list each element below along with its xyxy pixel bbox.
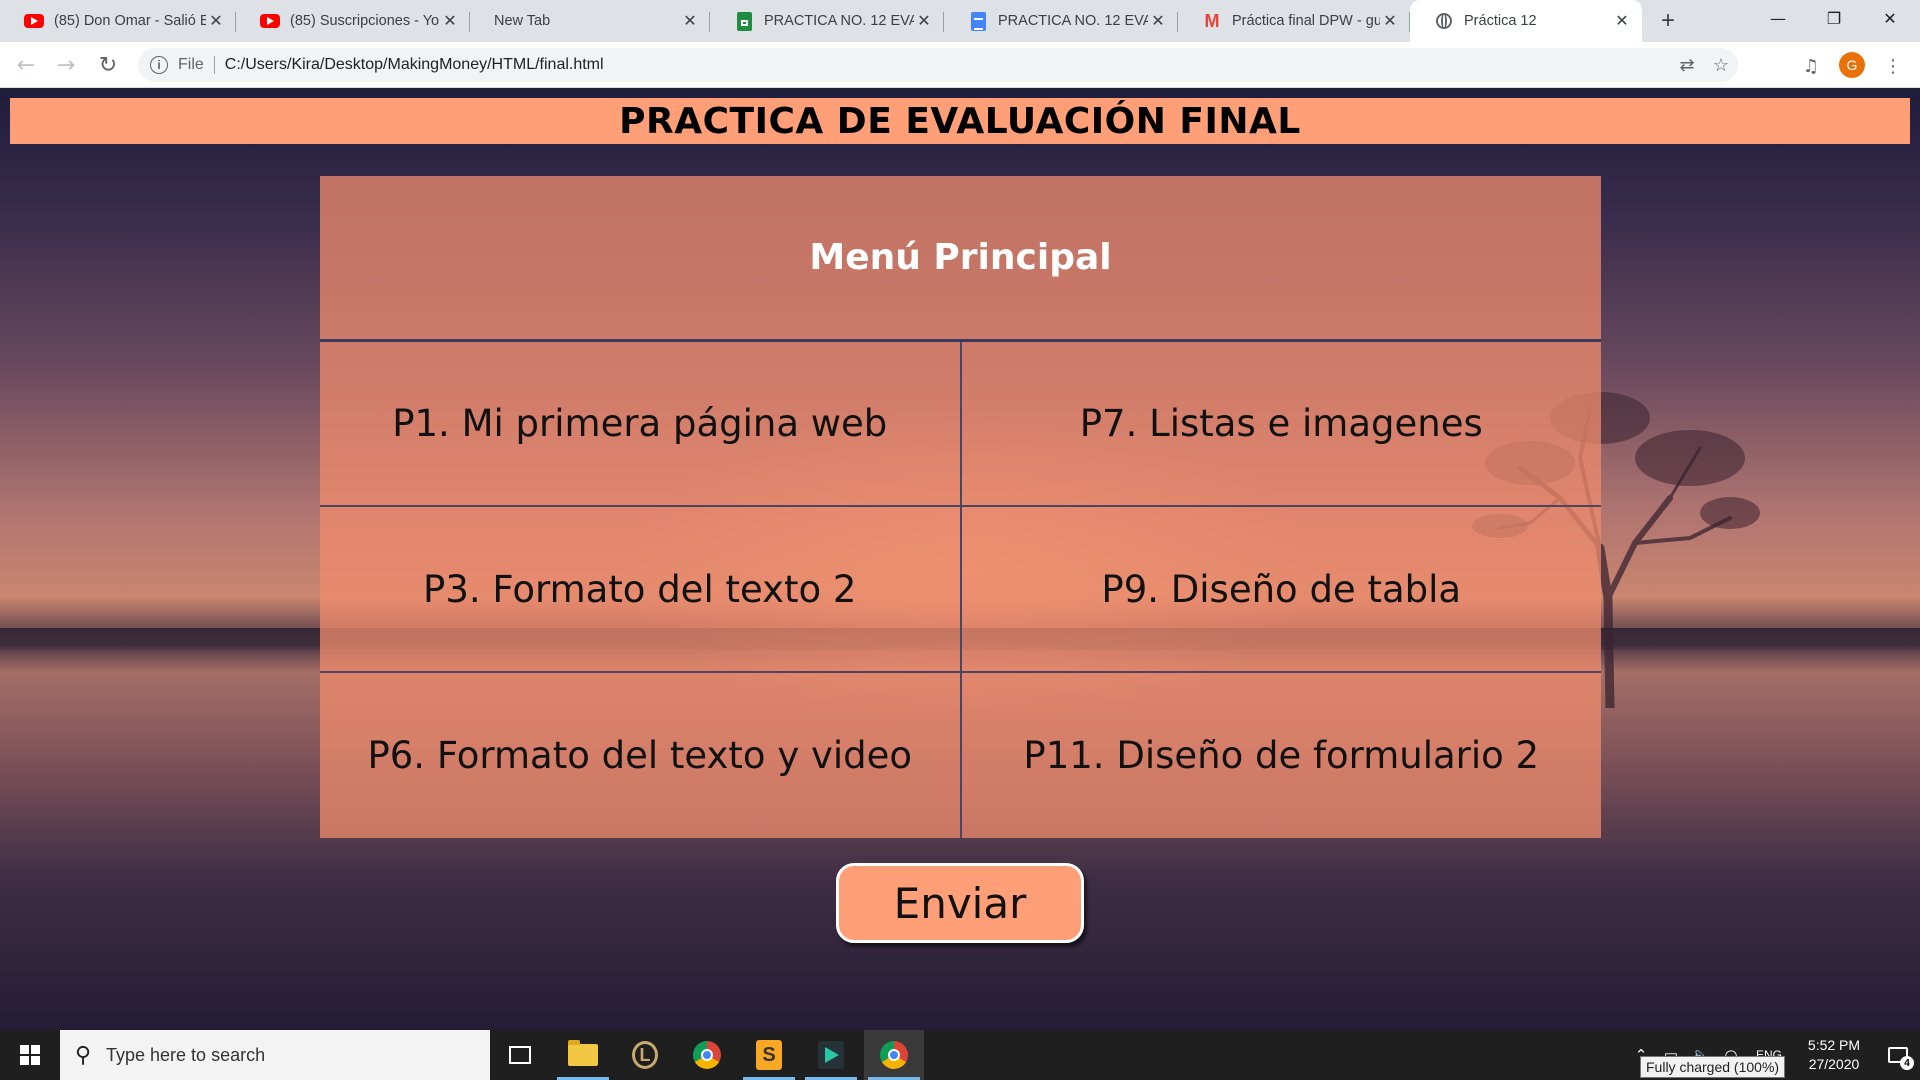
chrome-icon bbox=[880, 1041, 908, 1069]
table-row: P1. Mi primera página web P7. Listas e i… bbox=[320, 339, 1601, 507]
league-of-legends-icon: L bbox=[632, 1041, 658, 1069]
tab-title: Práctica final DPW - gu bbox=[1232, 13, 1380, 29]
reload-button[interactable]: ↻ bbox=[92, 49, 124, 81]
menu-item-p11[interactable]: P11. Diseño de formulario 2 bbox=[959, 671, 1601, 838]
omnibox-tools: ⇄ ☆ bbox=[1670, 48, 1738, 82]
profile-avatar[interactable]: G bbox=[1839, 52, 1865, 78]
close-icon[interactable]: ✕ bbox=[1380, 11, 1400, 31]
tab-title: New Tab bbox=[494, 13, 551, 29]
taskbar-video-editor[interactable] bbox=[801, 1030, 861, 1080]
search-icon: ⚲ bbox=[74, 1042, 92, 1067]
taskbar-chrome-profile[interactable] bbox=[864, 1030, 924, 1080]
page-title-banner: PRACTICA DE EVALUACIÓN FINAL bbox=[10, 98, 1910, 144]
folder-icon bbox=[568, 1040, 598, 1066]
close-icon[interactable]: ✕ bbox=[1612, 11, 1632, 31]
taskbar-file-explorer[interactable] bbox=[553, 1030, 613, 1080]
menu-item-p9[interactable]: P9. Diseño de tabla bbox=[959, 505, 1601, 673]
menu-heading: Menú Principal bbox=[320, 176, 1601, 342]
tab-gmail-practica-final[interactable]: M Práctica final DPW - gu ✕ bbox=[1178, 0, 1410, 42]
taskbar-chrome[interactable] bbox=[677, 1030, 737, 1080]
back-button[interactable]: ← bbox=[10, 49, 42, 81]
youtube-icon bbox=[24, 11, 44, 31]
tab-youtube-suscripciones[interactable]: (85) Suscripciones - You ✕ bbox=[236, 0, 470, 42]
docs-icon bbox=[968, 11, 988, 31]
tab-docs-practica[interactable]: PRACTICA NO. 12 EVAL ✕ bbox=[944, 0, 1178, 42]
clock-time: 5:52 PM bbox=[1807, 1037, 1861, 1053]
tab-title: (85) Don Omar - Salió E bbox=[54, 13, 206, 29]
menu-item-p1[interactable]: P1. Mi primera página web bbox=[320, 339, 962, 507]
video-editor-icon bbox=[818, 1041, 844, 1069]
scheme-label: File bbox=[178, 56, 204, 73]
windows-taskbar: ⚲ Type here to search L S ⌃ ▭ 🔈 ◠ ENG 5:… bbox=[0, 1030, 1920, 1080]
tab-title: Práctica 12 bbox=[1464, 13, 1537, 29]
info-icon[interactable]: i bbox=[150, 56, 168, 74]
taskbar-sublime-text[interactable]: S bbox=[739, 1030, 799, 1080]
start-button[interactable] bbox=[0, 1030, 60, 1080]
submit-button[interactable]: Enviar bbox=[836, 863, 1084, 943]
menu-dots-icon[interactable]: ⋮ bbox=[1878, 51, 1908, 81]
menu-item-p6[interactable]: P6. Formato del texto y video bbox=[320, 671, 962, 838]
tab-practica-12-active[interactable]: Práctica 12 ✕ bbox=[1410, 0, 1642, 42]
windows-logo-icon bbox=[20, 1045, 40, 1065]
tab-new-tab[interactable]: New Tab ✕ bbox=[470, 0, 710, 42]
task-view-icon bbox=[509, 1046, 531, 1064]
menu-item-p3[interactable]: P3. Formato del texto 2 bbox=[320, 505, 962, 673]
main-menu-table: Menú Principal P1. Mi primera página web… bbox=[320, 176, 1601, 838]
close-icon[interactable]: ✕ bbox=[914, 11, 934, 31]
action-center-button[interactable]: 4 bbox=[1876, 1030, 1920, 1080]
page-content: PRACTICA DE EVALUACIÓN FINAL Menú Princi… bbox=[0, 88, 1920, 1030]
chrome-icon bbox=[693, 1041, 721, 1069]
task-view-button[interactable] bbox=[490, 1030, 550, 1080]
close-icon[interactable]: ✕ bbox=[1148, 11, 1168, 31]
battery-tooltip: Fully charged (100%) bbox=[1640, 1056, 1786, 1078]
close-icon[interactable]: ✕ bbox=[440, 11, 460, 31]
restore-button[interactable]: ❐ bbox=[1806, 0, 1862, 36]
close-window-button[interactable]: ✕ bbox=[1862, 0, 1918, 36]
tab-title: PRACTICA NO. 12 EVAL bbox=[998, 13, 1148, 29]
close-icon[interactable]: ✕ bbox=[206, 11, 226, 31]
table-row: P6. Formato del texto y video P11. Diseñ… bbox=[320, 671, 1601, 838]
tab-title: PRACTICA NO. 12 EVAL bbox=[764, 13, 914, 29]
bookmark-star-icon[interactable]: ☆ bbox=[1704, 48, 1738, 82]
browser-toolbar: ← → ↻ i File C:/Users/Kira/Desktop/Makin… bbox=[0, 42, 1920, 88]
new-tab-button[interactable]: + bbox=[1655, 7, 1681, 34]
clock-date: 27/2020 bbox=[1808, 1056, 1860, 1072]
taskbar-league-of-legends[interactable]: L bbox=[615, 1030, 675, 1080]
tab-title: (85) Suscripciones - You bbox=[290, 13, 440, 29]
gmail-icon: M bbox=[1204, 10, 1220, 31]
notification-badge: 4 bbox=[1900, 1056, 1914, 1070]
browser-tab-strip: (85) Don Omar - Salió E ✕ (85) Suscripci… bbox=[0, 0, 1920, 42]
globe-icon bbox=[1434, 11, 1454, 31]
menu-item-p7[interactable]: P7. Listas e imagenes bbox=[959, 339, 1601, 507]
forward-button[interactable]: → bbox=[50, 49, 82, 81]
table-row: P3. Formato del texto 2 P9. Diseño de ta… bbox=[320, 505, 1601, 673]
address-divider bbox=[213, 56, 215, 74]
sheets-icon bbox=[734, 11, 754, 31]
close-icon[interactable]: ✕ bbox=[680, 11, 700, 31]
taskbar-search-box[interactable]: ⚲ Type here to search bbox=[60, 1030, 490, 1080]
translate-icon[interactable]: ⇄ bbox=[1670, 48, 1704, 82]
minimize-button[interactable]: — bbox=[1750, 0, 1806, 36]
url-text[interactable]: C:/Users/Kira/Desktop/MakingMoney/HTML/f… bbox=[225, 56, 604, 74]
sublime-text-icon: S bbox=[756, 1040, 782, 1070]
menu-header-row: Menú Principal bbox=[320, 176, 1601, 342]
address-bar[interactable]: i File C:/Users/Kira/Desktop/MakingMoney… bbox=[138, 48, 1738, 82]
tab-youtube-don-omar[interactable]: (85) Don Omar - Salió E ✕ bbox=[0, 0, 236, 42]
tab-sheets-practica[interactable]: PRACTICA NO. 12 EVAL ✕ bbox=[710, 0, 944, 42]
youtube-icon bbox=[260, 11, 280, 31]
clock[interactable]: 5:52 PM 27/2020 bbox=[1792, 1036, 1876, 1074]
search-placeholder: Type here to search bbox=[106, 1044, 266, 1065]
media-control-icon[interactable]: ♫ bbox=[1796, 51, 1826, 81]
